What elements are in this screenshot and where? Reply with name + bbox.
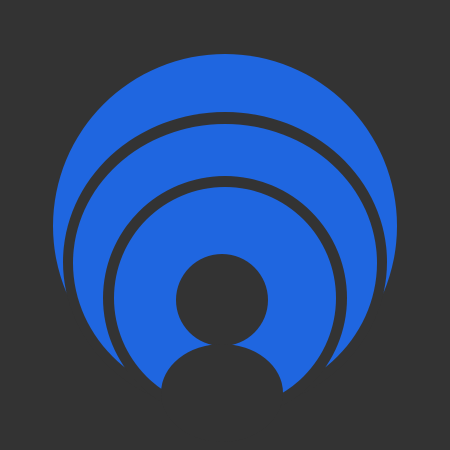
user-signal-icon (0, 0, 450, 450)
person-shoulders (161, 344, 283, 442)
person-head (176, 254, 268, 346)
icon-canvas (0, 0, 450, 450)
